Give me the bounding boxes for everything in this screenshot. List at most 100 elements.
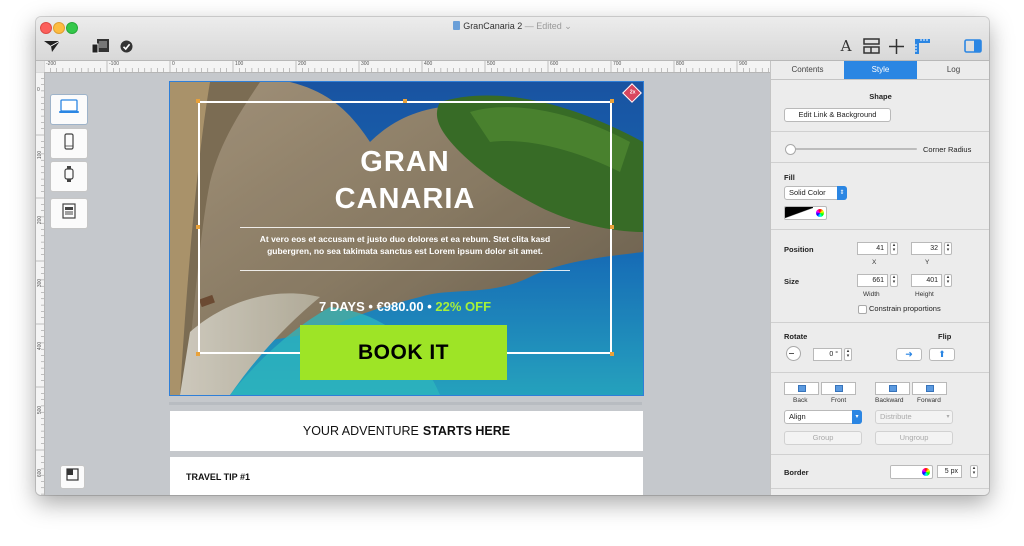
watch-preview-button[interactable]: [50, 161, 88, 192]
border-size-field[interactable]: 5 px: [937, 465, 962, 478]
fill-type-select[interactable]: Solid Color ⇕: [784, 186, 847, 200]
email-template-icon: [62, 203, 76, 224]
sidebar-icon[interactable]: [963, 37, 983, 55]
width-field[interactable]: 661: [857, 274, 888, 287]
hero-title[interactable]: GRAN CANARIA: [198, 144, 612, 218]
email-preview-button[interactable]: [50, 198, 88, 229]
hero-description[interactable]: At vero eos et accusam et justo duo dolo…: [242, 234, 568, 257]
height-field[interactable]: 401: [911, 274, 942, 287]
position-y-field[interactable]: 32: [911, 242, 942, 255]
phone-preview-button[interactable]: [50, 128, 88, 159]
tab-log[interactable]: Log: [917, 61, 989, 79]
forward-label: Forward: [917, 397, 941, 404]
fill-color-well[interactable]: [784, 206, 827, 220]
bring-front-icon: [834, 385, 843, 392]
vertical-ruler[interactable]: 0 100 200 300 400 500 600: [36, 72, 45, 495]
flip-horizontal-button[interactable]: ➜: [896, 348, 922, 361]
divider: [240, 270, 570, 271]
resize-handle[interactable]: [196, 225, 200, 229]
edit-link-background-button[interactable]: Edit Link & Background: [784, 108, 891, 122]
y-label: Y: [925, 259, 930, 266]
rotate-stepper[interactable]: ▴ ▾: [844, 348, 852, 361]
constrain-proportions-label: Constrain proportions: [869, 304, 941, 313]
laptop-icon: [58, 99, 80, 120]
document-icon: [453, 21, 461, 30]
paper-plane-icon[interactable]: [42, 37, 62, 55]
document-title: GranCanaria 2 — Edited ⌄: [36, 21, 989, 32]
rotate-field[interactable]: 0 °: [813, 348, 842, 361]
checkmark-circle-icon[interactable]: [119, 37, 133, 55]
height-stepper[interactable]: ▴ ▾: [944, 274, 952, 287]
position-x-stepper[interactable]: ▴ ▾: [890, 242, 898, 255]
ruler-tick-label: 100: [37, 150, 44, 160]
flip-vertical-button[interactable]: ⬆: [929, 348, 955, 361]
ruler-tick-label: 400: [37, 341, 44, 351]
ruler-tick-label: 200: [37, 215, 44, 225]
offer-discount: 22% OFF: [435, 299, 492, 314]
align-select[interactable]: Align ▾: [784, 410, 862, 424]
send-backward-button[interactable]: [875, 382, 910, 395]
corner-radius-label: Corner Radius: [923, 145, 972, 154]
tagline-section[interactable]: YOUR ADVENTURE STARTS HERE: [170, 411, 643, 451]
offer-separator: •: [368, 299, 373, 314]
hero-banner[interactable]: 2x GRAN CANARIA At vero eos et accusam e…: [169, 81, 644, 396]
border-label: Border: [784, 468, 809, 477]
constrain-proportions-checkbox[interactable]: [858, 305, 867, 314]
border-color-swatch: [891, 466, 919, 478]
border-color-well[interactable]: [890, 465, 933, 479]
ruler-tick-label: 500: [37, 405, 44, 415]
travel-tip-title: TRAVEL TIP #1: [186, 472, 251, 482]
travel-tip-section[interactable]: TRAVEL TIP #1: [170, 457, 643, 495]
resize-handle[interactable]: [196, 352, 200, 356]
chevron-down-icon: ▾: [852, 410, 862, 424]
design-canvas[interactable]: 2x GRAN CANARIA At vero eos et accusam e…: [45, 73, 770, 495]
position-y-stepper[interactable]: ▴ ▾: [944, 242, 952, 255]
resize-handle[interactable]: [196, 99, 200, 103]
chevron-down-icon: ▾: [946, 414, 950, 420]
arrow-right-icon: ➜: [905, 349, 913, 359]
horizontal-ruler[interactable]: -200 -100 0 100 200 300 400 500 600 700 …: [44, 61, 770, 73]
tab-style[interactable]: Style: [844, 61, 917, 79]
hero-title-line1: GRAN: [360, 146, 450, 178]
position-x-field[interactable]: 41: [857, 242, 888, 255]
ruler-tick-label: 600: [550, 61, 559, 67]
tagline-normal: YOUR ADVENTURE: [302, 424, 419, 438]
corner-radius-slider[interactable]: [785, 144, 917, 155]
hero-offer[interactable]: 7 DAYS • €980.00 • 22% OFF: [198, 299, 612, 314]
bring-to-front-button[interactable]: [821, 382, 856, 395]
edited-indicator[interactable]: — Edited ⌄: [525, 21, 572, 31]
resize-handle[interactable]: [403, 99, 407, 103]
ruler-tick-label: 800: [676, 61, 685, 67]
layout-icon[interactable]: [862, 37, 880, 55]
tab-contents[interactable]: Contents: [771, 61, 844, 79]
document-name: GranCanaria 2: [463, 21, 523, 31]
resize-handle[interactable]: [610, 225, 614, 229]
group-button[interactable]: Group: [784, 431, 862, 445]
laptop-preview-button[interactable]: [50, 94, 88, 125]
border-size-stepper[interactable]: ▴ ▾: [970, 465, 978, 478]
ungroup-button[interactable]: Ungroup: [875, 431, 953, 445]
move-icon[interactable]: [887, 37, 905, 55]
section-divider: [771, 162, 989, 163]
color-wheel-icon: [816, 209, 824, 217]
ruler-tick-label: 200: [298, 61, 307, 67]
section-separator: [169, 402, 642, 405]
resize-handle[interactable]: [610, 352, 614, 356]
rotation-dial[interactable]: [786, 346, 801, 361]
bring-forward-button[interactable]: [912, 382, 947, 395]
size-label: Size: [784, 277, 800, 286]
distribute-select[interactable]: Distribute ▾: [875, 410, 953, 424]
send-to-back-button[interactable]: [784, 382, 819, 395]
ruler-tick-label: 500: [487, 61, 496, 67]
phone-icon: [64, 132, 74, 155]
ruler-tick-label: 700: [613, 61, 622, 67]
text-tool-icon[interactable]: A: [840, 37, 852, 55]
inspector-tabs: Contents Style Log: [771, 61, 989, 80]
canvas-settings-button[interactable]: [60, 465, 85, 489]
flip-label: Flip: [938, 332, 952, 341]
ruler-icon[interactable]: [913, 37, 931, 55]
book-it-button[interactable]: BOOK IT: [300, 325, 507, 380]
devices-icon[interactable]: [90, 37, 112, 55]
width-stepper[interactable]: ▴ ▾: [890, 274, 898, 287]
resize-handle[interactable]: [610, 99, 614, 103]
